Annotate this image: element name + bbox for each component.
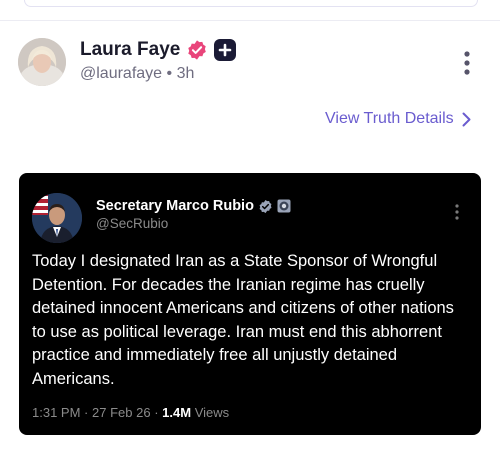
embedded-author-name-row: Secretary Marco Rubio [96,198,291,214]
embedded-author-name[interactable]: Secretary Marco Rubio [96,198,254,214]
verified-check-icon [259,199,272,213]
post-time: 3h [176,65,195,82]
government-seal-icon [277,199,291,213]
author-handle-row: @laurafaye • 3h [80,65,194,83]
embedded-author-avatar[interactable] [32,193,82,243]
embedded-post-card[interactable]: Secretary Marco Rubio @SecRubio Today I … [19,173,481,435]
author-name-row: Laura Faye [80,39,237,61]
chevron-right-icon [462,112,471,126]
view-truth-details-label: View Truth Details [325,110,454,127]
meta-separator: · [84,405,89,420]
embedded-post-meta: 1:31 PM · 27 Feb 26 · 1.4M Views [32,405,229,420]
previous-post-bottom-edge [24,0,478,7]
post-divider [0,20,500,21]
embedded-more-vertical-icon[interactable] [453,203,461,221]
more-vertical-icon[interactable] [460,50,474,76]
verified-badge-icon [188,40,207,60]
meta-separator: · [154,405,159,420]
views-label: Views [194,405,230,420]
author-handle[interactable]: @laurafaye [80,65,162,82]
author-name[interactable]: Laura Faye [80,39,180,61]
handle-separator: • [166,65,173,82]
embedded-post-time: 1:31 PM [32,405,81,420]
embedded-author-handle[interactable]: @SecRubio [96,216,168,231]
author-avatar[interactable] [18,38,66,86]
plus-badge-icon [214,39,237,61]
embedded-post-date: 27 Feb 26 [92,405,151,420]
view-truth-details-link[interactable]: View Truth Details [325,110,471,128]
embedded-post-text: Today I designated Iran as a State Spons… [32,252,454,388]
views-count: 1.4M [162,405,192,420]
